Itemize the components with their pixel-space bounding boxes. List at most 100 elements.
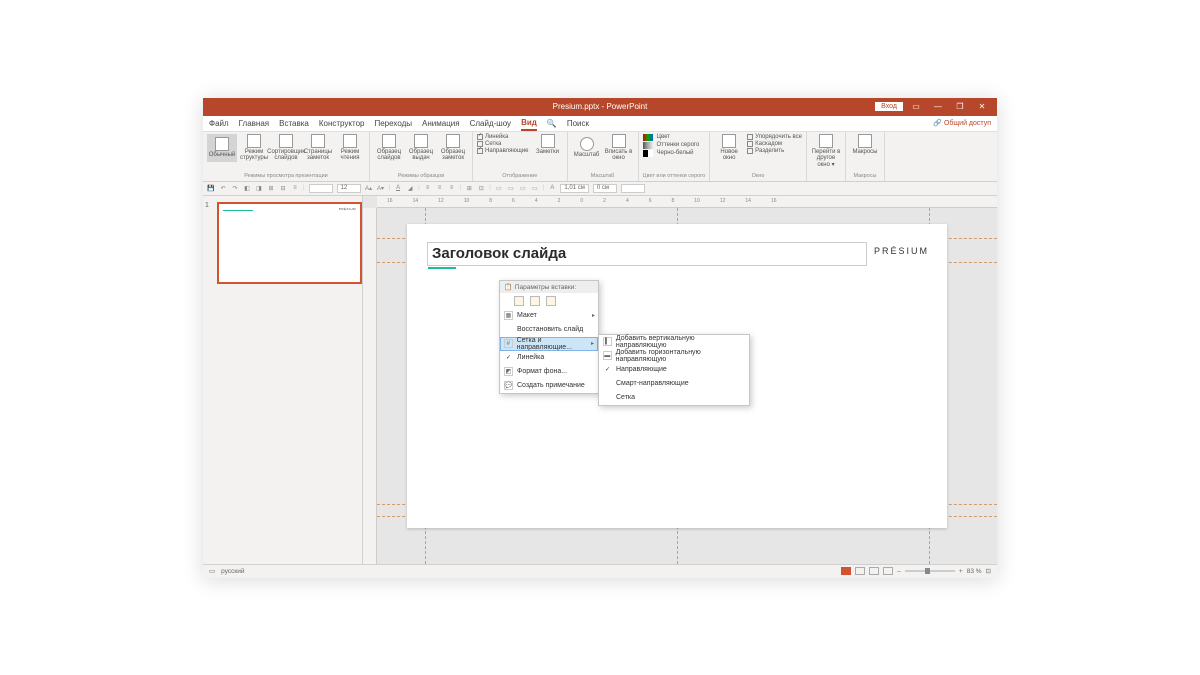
pos-x-field[interactable]: 1,01 см	[560, 184, 588, 193]
zoom-out-button[interactable]: –	[897, 568, 901, 575]
view-notes-page-button[interactable]: Страницы заметок	[303, 134, 333, 162]
ctx-grid-toggle[interactable]: Сетка	[599, 391, 749, 405]
view-reading-button[interactable]: Режим чтения	[335, 134, 365, 162]
ribbon-group-color-label: Цвет или оттенки серого	[643, 173, 706, 179]
new-window-button[interactable]: Новое окно	[714, 134, 744, 162]
slide-master-button[interactable]: Образец слайдов	[374, 134, 404, 162]
slide-title-placeholder[interactable]: Заголовок слайда	[427, 242, 867, 266]
zoom-level[interactable]: 83 %	[967, 568, 982, 575]
qa-save-icon[interactable]: 💾	[207, 184, 215, 192]
ctx-ruler[interactable]: ✓ Линейка	[500, 351, 598, 365]
align-objects-icon[interactable]: ⊞	[465, 184, 473, 192]
align-center-icon[interactable]: ≡	[436, 184, 444, 192]
ctx-grid-guides[interactable]: # Сетка и направляющие... ▸	[500, 337, 598, 351]
qa-icon[interactable]: ⊟	[279, 184, 287, 192]
shape-icon[interactable]: ▭	[507, 184, 515, 192]
login-button[interactable]: Вход	[875, 102, 903, 111]
shape-icon[interactable]: ▭	[495, 184, 503, 192]
paste-option-1-icon[interactable]	[514, 296, 524, 306]
ribbon-options-button[interactable]: ▭	[905, 98, 927, 116]
restore-button[interactable]: ❐	[949, 98, 971, 116]
guides-checkbox[interactable]: Направляющие	[477, 148, 529, 154]
switch-window-button[interactable]: Перейти в другое окно ▾	[811, 134, 841, 169]
qa-undo-icon[interactable]: ↶	[219, 184, 227, 192]
tab-file[interactable]: Файл	[209, 117, 229, 130]
text-icon[interactable]: A	[548, 184, 556, 192]
view-normal-button[interactable]: Обычный	[207, 134, 237, 162]
notes-master-button[interactable]: Образец заметок	[438, 134, 468, 162]
view-reading-icon[interactable]	[869, 567, 879, 575]
check-icon: ✓	[603, 366, 612, 373]
zoom-button[interactable]: Масштаб	[572, 134, 602, 162]
ctx-guides-toggle[interactable]: ✓ Направляющие	[599, 363, 749, 377]
zoom-in-button[interactable]: +	[959, 568, 963, 575]
ctx-add-vertical-guide[interactable]: ▍ Добавить вертикальную направляющую	[599, 335, 749, 349]
view-sorter-button[interactable]: Сортировщик слайдов	[271, 134, 301, 162]
tab-view[interactable]: Вид	[521, 116, 537, 131]
font-family-field[interactable]	[309, 184, 333, 193]
handout-master-button[interactable]: Образец выдач	[406, 134, 436, 162]
decrease-font-icon[interactable]: A▾	[377, 184, 385, 192]
tab-transitions[interactable]: Переходы	[374, 117, 412, 130]
font-color-icon[interactable]: A	[394, 184, 402, 192]
view-sorter-icon[interactable]	[855, 567, 865, 575]
tab-animation[interactable]: Анимация	[422, 117, 460, 130]
paste-option-3-icon[interactable]	[546, 296, 556, 306]
font-size-field[interactable]: 12	[337, 184, 361, 193]
bw-mode-button[interactable]: Черно-белый	[643, 150, 706, 157]
ctx-smart-guides-toggle[interactable]: Смарт-направляющие	[599, 377, 749, 391]
tab-slideshow[interactable]: Слайд-шоу	[470, 117, 511, 130]
arrange-all-button[interactable]: Упорядочить все	[747, 134, 802, 140]
increase-font-icon[interactable]: A▴	[365, 184, 373, 192]
extra-field[interactable]	[621, 184, 645, 193]
distribute-icon[interactable]: ⊡	[477, 184, 485, 192]
vertical-ruler[interactable]	[363, 208, 377, 564]
macros-button[interactable]: Макросы	[850, 134, 880, 156]
ctx-reset-slide[interactable]: Восстановить слайд	[500, 323, 598, 337]
ctx-format-background[interactable]: ◩ Формат фона...	[500, 365, 598, 379]
shape-icon[interactable]: ▭	[519, 184, 527, 192]
split-button[interactable]: Разделить	[747, 148, 802, 154]
tab-home[interactable]: Главная	[239, 117, 269, 130]
view-normal-icon[interactable]	[841, 567, 851, 575]
align-right-icon[interactable]: ≡	[448, 184, 456, 192]
ctx-add-horizontal-guide[interactable]: ▬ Добавить горизонтальную направляющую	[599, 349, 749, 363]
align-left-icon[interactable]: ≡	[424, 184, 432, 192]
zoom-slider[interactable]	[905, 570, 955, 572]
notes-button[interactable]: Заметки	[533, 134, 563, 156]
canvas-area[interactable]: Заголовок слайда PRÉSIUM 📋 Параметры вст…	[377, 208, 997, 564]
horizontal-ruler[interactable]: 1614121086420246810121416	[377, 196, 997, 208]
tab-insert[interactable]: Вставка	[279, 117, 309, 130]
qa-icon[interactable]: ≡	[291, 184, 299, 192]
ctx-layout[interactable]: ▦ Макет ▸	[500, 309, 598, 323]
fit-button[interactable]: ⊡	[986, 567, 991, 575]
qa-redo-icon[interactable]: ↷	[231, 184, 239, 192]
search-label[interactable]: Поиск	[567, 117, 589, 130]
slide-logo: PRÉSIUM	[874, 246, 929, 256]
close-button[interactable]: ✕	[971, 98, 993, 116]
cascade-button[interactable]: Каскадом	[747, 141, 802, 147]
qa-icon[interactable]: ◨	[255, 184, 263, 192]
pos-y-field[interactable]: 0 см	[593, 184, 617, 193]
view-slideshow-icon[interactable]	[883, 567, 893, 575]
tab-design[interactable]: Конструктор	[319, 117, 365, 130]
grayscale-mode-button[interactable]: Оттенки серого	[643, 142, 706, 149]
language-label[interactable]: русский	[221, 568, 244, 575]
paste-option-2-icon[interactable]	[530, 296, 540, 306]
ctx-new-comment[interactable]: 💬 Создать примечание	[500, 379, 598, 393]
view-outline-button[interactable]: Режим структуры	[239, 134, 269, 162]
minimize-button[interactable]: —	[927, 98, 949, 116]
ribbon-group-zoom: Масштаб Вписать в окно Масштаб	[568, 132, 639, 181]
share-button[interactable]: 🔗 Общий доступ	[933, 119, 991, 127]
language-icon[interactable]: ▭	[209, 567, 215, 575]
qa-icon[interactable]: ⊞	[267, 184, 275, 192]
slide-thumbnail-1[interactable]: 1 PRÉSIUM	[209, 202, 356, 284]
search-icon[interactable]: 🔍	[547, 117, 557, 130]
fill-color-icon[interactable]: ◢	[406, 184, 414, 192]
ruler-checkbox[interactable]: Линейка	[477, 134, 529, 140]
grid-checkbox[interactable]: Сетка	[477, 141, 529, 147]
qa-icon[interactable]: ◧	[243, 184, 251, 192]
color-mode-button[interactable]: Цвет	[643, 134, 706, 141]
fit-window-button[interactable]: Вписать в окно	[604, 134, 634, 162]
shape-icon[interactable]: ▭	[531, 184, 539, 192]
